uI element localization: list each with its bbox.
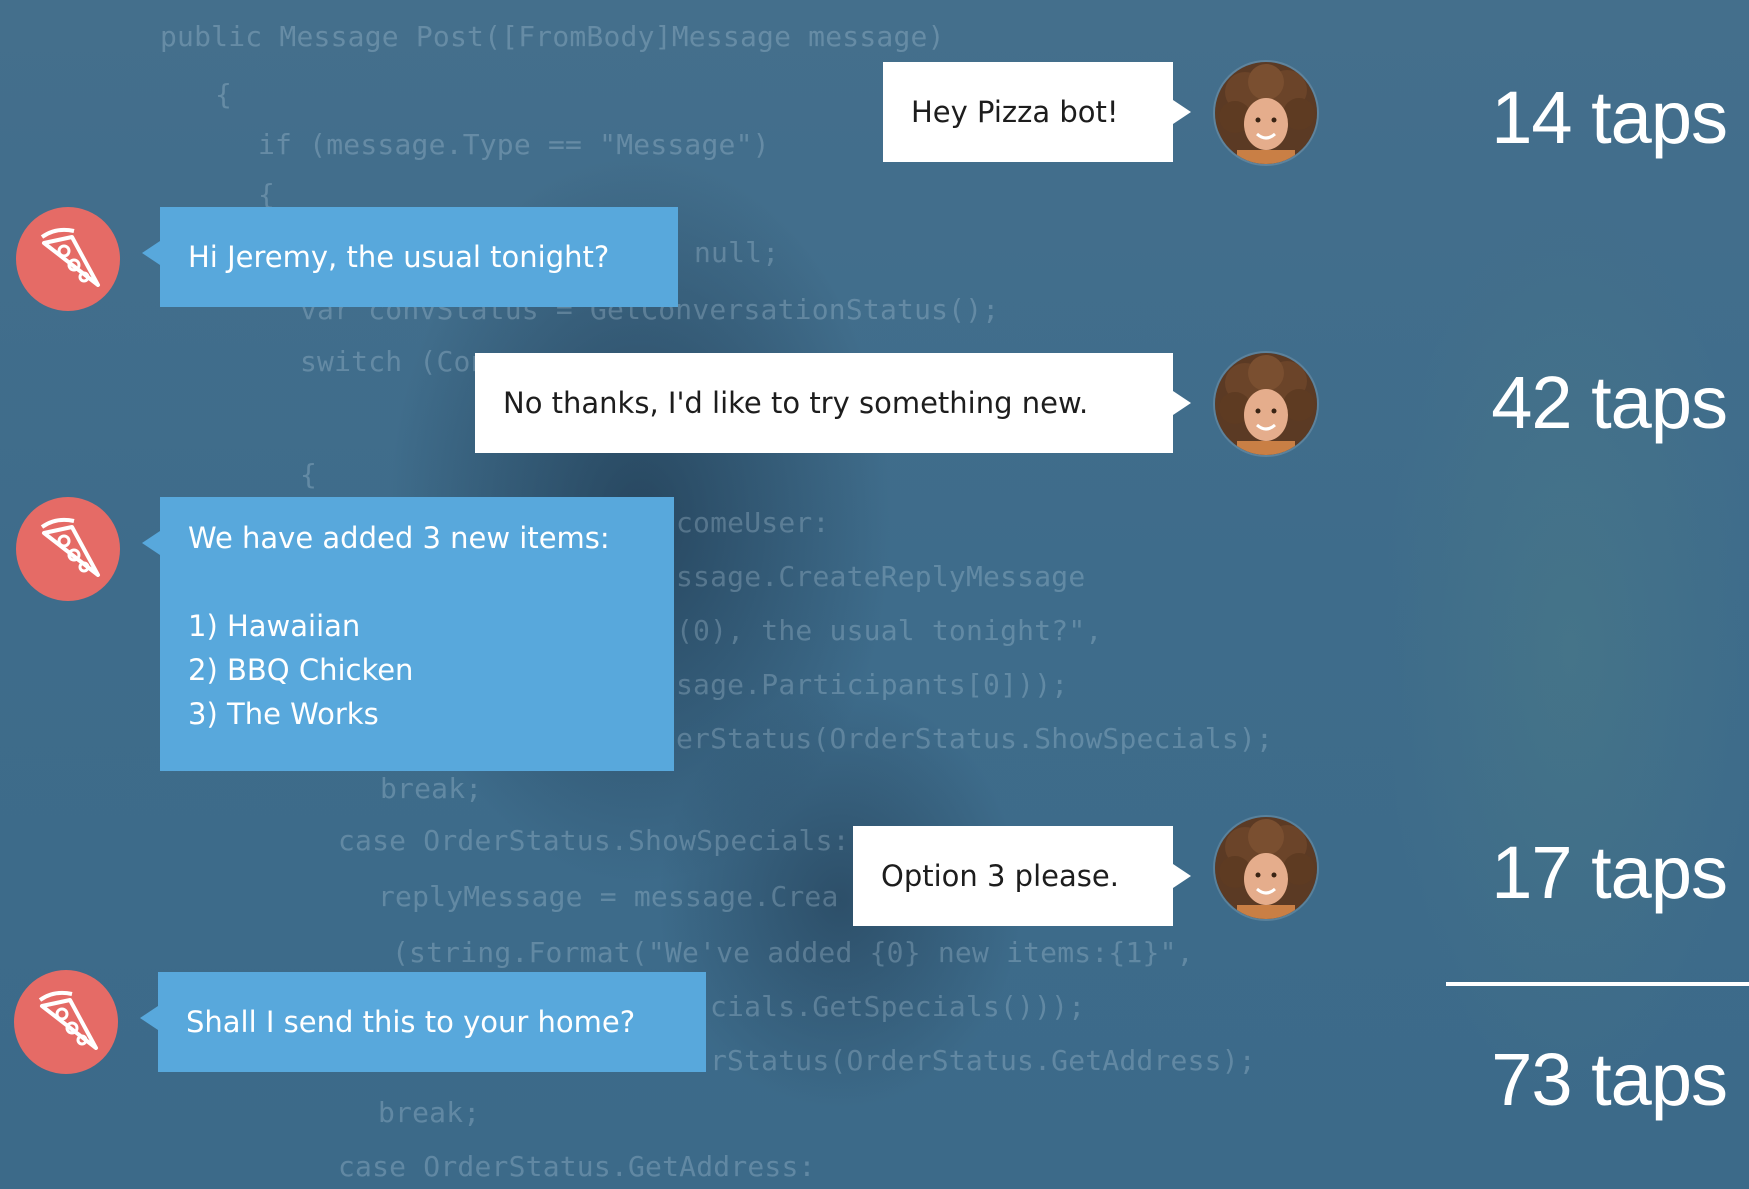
code-line: if (message.Type == "Message") <box>258 128 770 161</box>
tap-count-2: 42 taps <box>1491 361 1728 444</box>
code-line: comeUser: <box>676 506 830 539</box>
sum-divider <box>1446 982 1749 986</box>
tap-count-total: 73 taps <box>1491 1038 1728 1121</box>
person-photo-icon <box>1215 353 1317 455</box>
code-line: case OrderStatus.GetAddress: <box>338 1150 816 1183</box>
bot-message-bubble: Shall I send this to your home? <box>140 972 706 1072</box>
code-line: null; <box>694 236 780 269</box>
code-line: public Message Post([FromBody]Message me… <box>160 20 945 53</box>
bot-message-bubble: We have added 3 new items: 1) Hawaiian 2… <box>142 497 674 771</box>
pizza-slice-icon <box>16 207 120 311</box>
code-line: replyMessage = message.Crea <box>378 880 839 913</box>
pizza-slice-icon <box>16 497 120 601</box>
code-line: { <box>300 458 318 491</box>
bot-message-bubble: Hi Jeremy, the usual tonight? <box>142 207 678 307</box>
user-message-bubble: Option 3 please. <box>853 826 1191 926</box>
user-message-text: Hey Pizza bot! <box>911 95 1119 129</box>
bot-message-text: Hi Jeremy, the usual tonight? <box>188 240 610 274</box>
code-line: (string.Format("We've added {0} new item… <box>392 936 1194 969</box>
code-line: cials.GetSpecials())); <box>710 990 1086 1023</box>
user-message-text: No thanks, I'd like to try something new… <box>503 386 1089 420</box>
background-glow <box>1380 200 1749 1100</box>
tap-count-1: 14 taps <box>1491 76 1728 159</box>
user-message-text: Option 3 please. <box>881 859 1119 893</box>
bot-message-line: 2) BBQ Chicken <box>188 653 414 687</box>
user-message-bubble: Hey Pizza bot! <box>883 62 1191 162</box>
bot-message-line: We have added 3 new items: <box>188 521 610 555</box>
tap-count-3: 17 taps <box>1491 831 1728 914</box>
code-line: break; <box>380 772 483 805</box>
slide-background: public Message Post([FromBody]Message me… <box>0 0 1749 1189</box>
person-photo-icon <box>1215 62 1317 164</box>
code-line: sage.Participants[0])); <box>676 668 1069 701</box>
code-line: erStatus(OrderStatus.ShowSpecials); <box>676 722 1274 755</box>
person-photo-icon <box>1215 817 1317 919</box>
user-message-bubble: No thanks, I'd like to try something new… <box>475 353 1191 453</box>
code-line: (0), the usual tonight?", <box>676 614 1103 647</box>
bot-message-line: 1) Hawaiian <box>188 609 361 643</box>
code-line: break; <box>378 1096 481 1129</box>
code-line: rStatus(OrderStatus.GetAddress); <box>710 1044 1256 1077</box>
bot-message-line: 3) The Works <box>188 697 379 731</box>
pizza-slice-icon <box>14 970 118 1074</box>
code-line: { <box>215 78 233 111</box>
code-line: switch (Con <box>300 345 488 378</box>
code-line: ssage.CreateReplyMessage <box>676 560 1086 593</box>
code-line: case OrderStatus.ShowSpecials: <box>338 824 850 857</box>
bot-message-line <box>188 560 646 604</box>
bot-message-text: Shall I send this to your home? <box>186 1005 636 1039</box>
